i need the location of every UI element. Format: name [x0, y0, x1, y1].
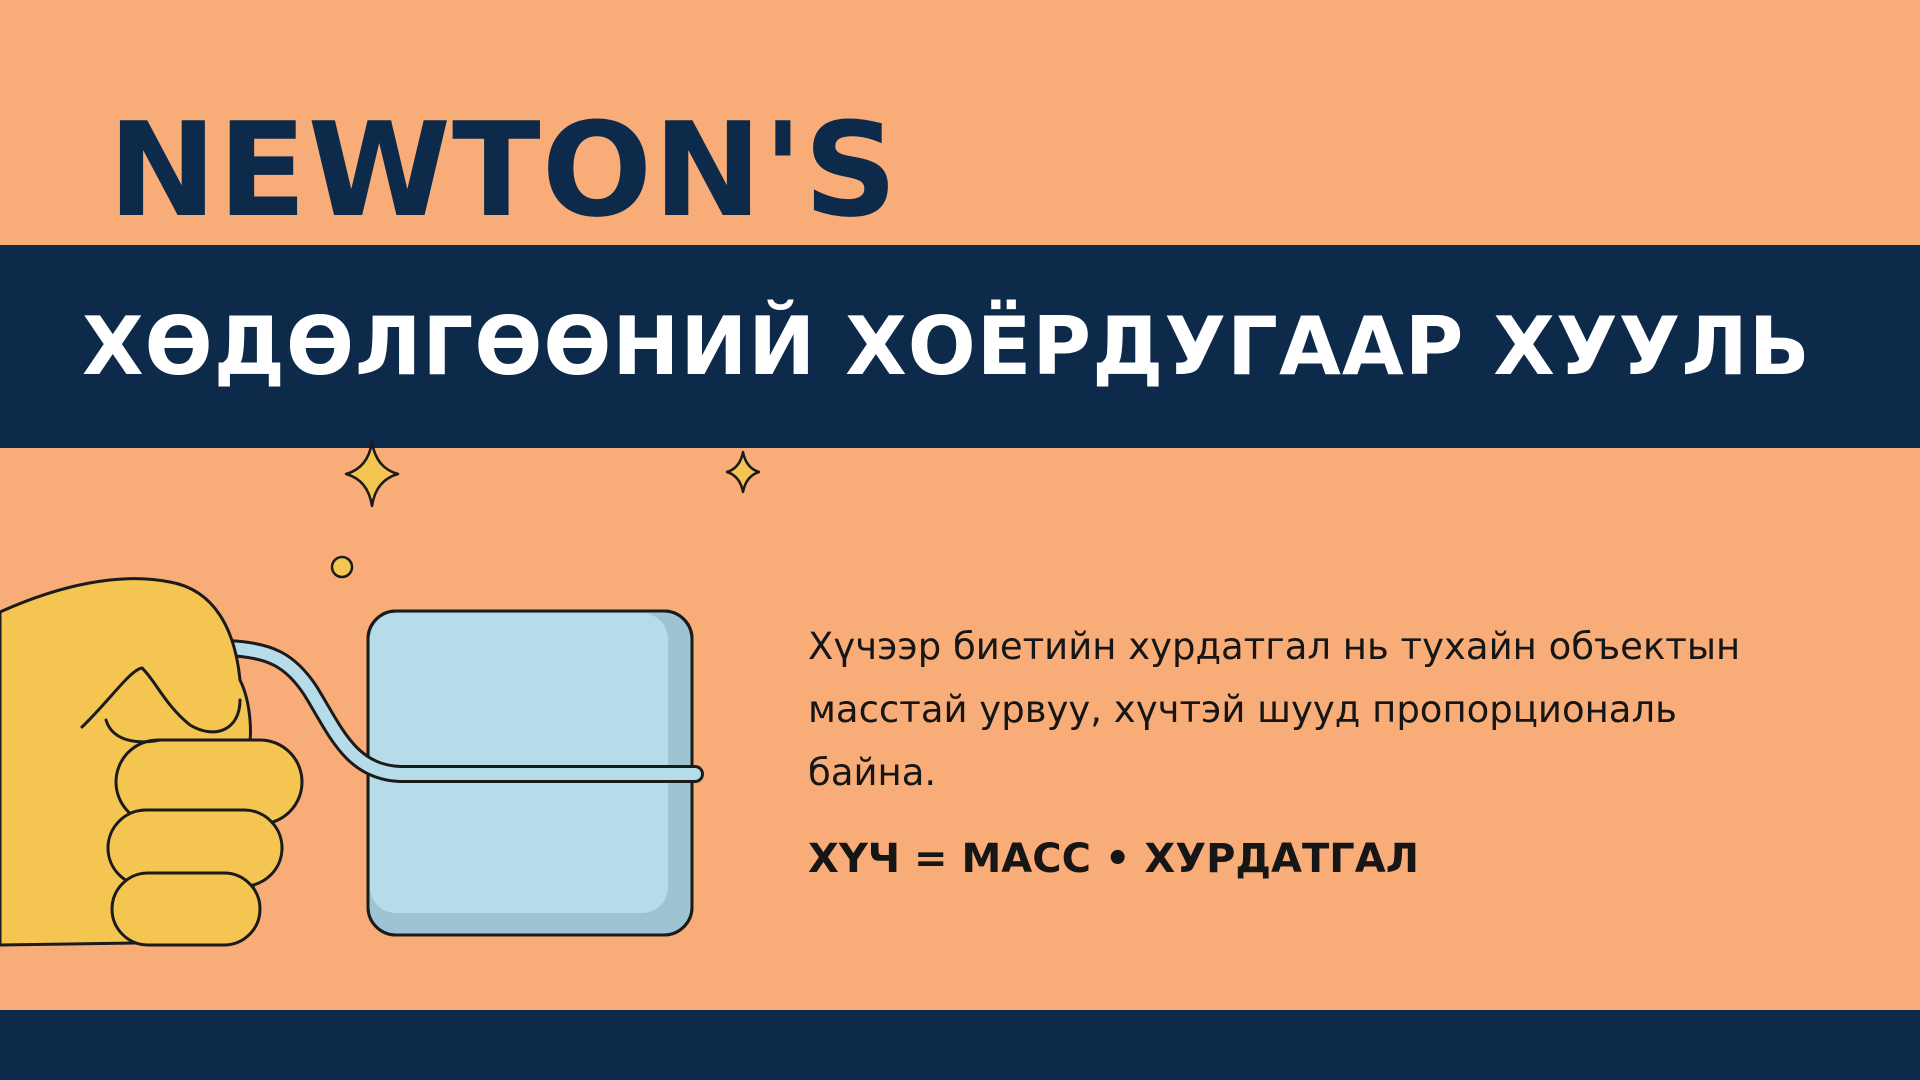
law-description: Хүчээр биетийн хурдатгал нь тухайн объек… [808, 625, 1741, 794]
title-banner: ХӨДӨЛГӨӨНИЙ ХОЁРДУГААР ХУУЛЬ [0, 245, 1920, 448]
formula: ХҮЧ = МАСС • ХУРДАТГАЛ [808, 836, 1419, 882]
top-title: NEWTON'S [108, 94, 899, 246]
hand-icon [0, 577, 304, 947]
banner-title: ХӨДӨЛГӨӨНИЙ ХОЁРДУГААР ХУУЛЬ [82, 300, 1811, 393]
illustration [0, 440, 760, 947]
sparkle-icon [725, 450, 760, 494]
dot-icon [330, 555, 354, 579]
slide: NEWTON'S ХӨДӨЛГӨӨНИЙ ХОЁРДУГААР ХУУЛЬ Хү… [0, 0, 1920, 1080]
bottom-bar [0, 1010, 1920, 1080]
sparkle-icon [344, 440, 400, 508]
